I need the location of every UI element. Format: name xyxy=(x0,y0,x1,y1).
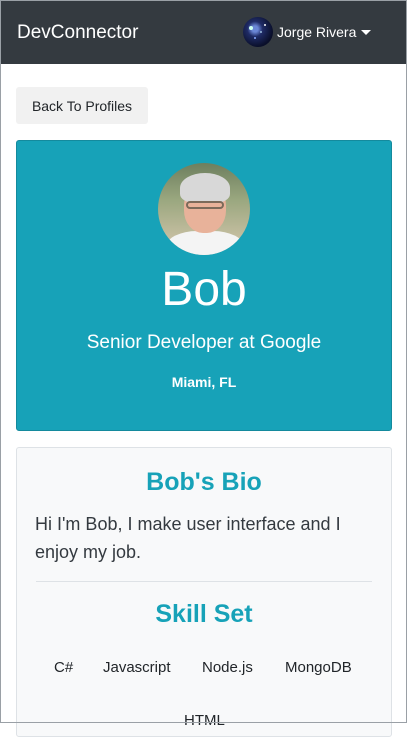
user-avatar xyxy=(243,17,273,47)
skills-heading: Skill Set xyxy=(155,600,253,628)
bio-heading: Bob's Bio xyxy=(146,468,262,496)
skill-item: Node.js xyxy=(202,659,253,676)
bio-card: Bob's Bio Hi I'm Bob, I make user interf… xyxy=(16,447,392,737)
back-to-profiles-button[interactable]: Back To Profiles xyxy=(16,87,148,124)
user-menu-toggle[interactable]: Jorge Rivera xyxy=(243,17,372,47)
skill-item: MongoDB xyxy=(285,659,352,676)
skill-item: HTML xyxy=(184,712,225,729)
skill-item: Javascript xyxy=(103,659,171,676)
profile-name: Bob xyxy=(161,263,247,316)
profile-header-card: Bob Senior Developer at Google Miami, FL xyxy=(16,140,392,431)
brand-logo-link[interactable]: DevConnector xyxy=(17,22,138,44)
user-name: Jorge Rivera xyxy=(277,24,357,40)
profile-title: Senior Developer at Google xyxy=(86,332,322,353)
divider xyxy=(36,581,372,582)
profile-photo xyxy=(158,163,250,255)
bio-text: Hi I'm Bob, I make user interface and I … xyxy=(35,514,341,562)
navbar: DevConnector Jorge Rivera xyxy=(0,0,407,64)
skill-item: C# xyxy=(54,659,74,676)
profile-location: Miami, FL xyxy=(171,374,237,390)
caret-down-icon xyxy=(361,29,372,35)
